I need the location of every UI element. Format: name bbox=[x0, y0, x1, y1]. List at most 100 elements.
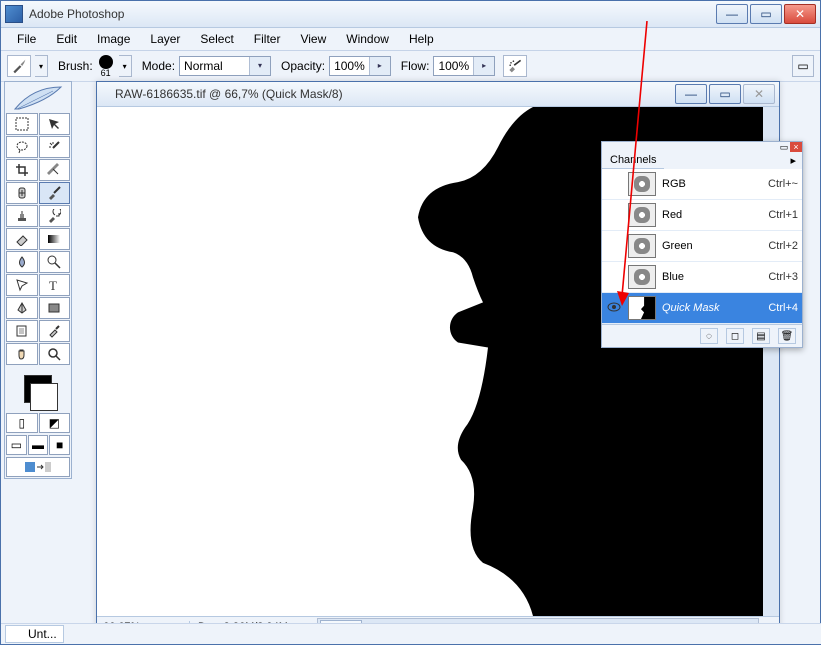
blend-mode-select[interactable]: Normal ▾ bbox=[179, 56, 271, 76]
tool-history-brush[interactable] bbox=[39, 205, 71, 227]
options-bar: ▾ Brush: 61 ▾ Mode: Normal ▾ Opacity: 10… bbox=[1, 51, 820, 82]
channels-panel: ▭ × Channels ▸ RGB Ctrl+~ Red Ctrl+1 Gre… bbox=[601, 141, 803, 348]
opacity-value: 100% bbox=[330, 59, 369, 73]
tool-path-select[interactable] bbox=[6, 274, 38, 296]
color-swatch[interactable] bbox=[6, 369, 70, 409]
palette-well-icon[interactable]: ▭ bbox=[792, 55, 814, 77]
doc-minimize-button[interactable]: — bbox=[675, 84, 707, 104]
visibility-toggle[interactable] bbox=[606, 302, 622, 315]
tool-lasso[interactable] bbox=[6, 136, 38, 158]
menu-layer[interactable]: Layer bbox=[140, 30, 190, 48]
flow-arrow-icon[interactable]: ▸ bbox=[473, 57, 494, 75]
channel-shortcut: Ctrl+3 bbox=[768, 271, 798, 283]
channel-name: Blue bbox=[662, 271, 768, 283]
channel-thumb bbox=[628, 296, 656, 320]
tool-magic-wand[interactable] bbox=[39, 136, 71, 158]
toolbox: T ▯ ◩ ▭ ▬ ■ bbox=[4, 81, 72, 479]
brush-picker-chevron-icon[interactable]: ▾ bbox=[119, 55, 132, 77]
opacity-label: Opacity: bbox=[281, 59, 325, 73]
screen-full-button[interactable]: ■ bbox=[49, 435, 70, 455]
save-selection-button[interactable]: ◻ bbox=[726, 328, 744, 344]
channel-red[interactable]: Red Ctrl+1 bbox=[602, 200, 802, 231]
load-selection-button[interactable]: ◌ bbox=[700, 328, 718, 344]
channels-tab[interactable]: Channels bbox=[602, 152, 664, 169]
svg-text:T: T bbox=[49, 278, 57, 292]
menu-select[interactable]: Select bbox=[190, 30, 243, 48]
app-taskbar: Unt... bbox=[1, 623, 821, 644]
airbrush-toggle[interactable] bbox=[503, 55, 527, 77]
channel-thumb bbox=[628, 234, 656, 258]
menu-filter[interactable]: Filter bbox=[244, 30, 291, 48]
tool-gradient[interactable] bbox=[39, 228, 71, 250]
tool-healing[interactable] bbox=[6, 182, 38, 204]
channel-quickmask[interactable]: Quick Mask Ctrl+4 bbox=[602, 293, 802, 324]
new-channel-button[interactable]: ▤ bbox=[752, 328, 770, 344]
panel-menu-icon[interactable]: ▸ bbox=[784, 152, 802, 169]
panel-close-button[interactable]: × bbox=[790, 142, 802, 152]
tool-eyedropper[interactable] bbox=[39, 320, 71, 342]
menu-help[interactable]: Help bbox=[399, 30, 444, 48]
channel-shortcut: Ctrl+2 bbox=[768, 240, 798, 252]
channel-shortcut: Ctrl+1 bbox=[768, 209, 798, 221]
menu-bar: File Edit Image Layer Select Filter View… bbox=[1, 28, 820, 51]
tool-preset-picker[interactable] bbox=[7, 55, 31, 77]
delete-channel-button[interactable]: 🗑 bbox=[778, 328, 796, 344]
tool-dodge[interactable] bbox=[39, 251, 71, 273]
tool-type[interactable]: T bbox=[39, 274, 71, 296]
quickmask-mode-button[interactable]: ◩ bbox=[39, 413, 71, 433]
channel-name: RGB bbox=[662, 178, 768, 190]
tool-pen[interactable] bbox=[6, 297, 38, 319]
minimize-button[interactable]: — bbox=[716, 4, 748, 24]
jump-to-button[interactable] bbox=[6, 457, 70, 477]
tool-eraser[interactable] bbox=[6, 228, 38, 250]
panel-minimize-button[interactable]: ▭ bbox=[778, 142, 790, 152]
chevron-down-icon: ▾ bbox=[249, 57, 270, 75]
channel-name: Quick Mask bbox=[662, 302, 768, 314]
app-titlebar[interactable]: Adobe Photoshop — ▭ ✕ bbox=[1, 1, 820, 28]
flow-label: Flow: bbox=[401, 59, 430, 73]
taskbar-doc-button[interactable]: Unt... bbox=[5, 625, 64, 643]
channel-blue[interactable]: Blue Ctrl+3 bbox=[602, 262, 802, 293]
tool-crop[interactable] bbox=[6, 159, 38, 181]
menu-edit[interactable]: Edit bbox=[46, 30, 87, 48]
tool-shape[interactable] bbox=[39, 297, 71, 319]
tool-brush[interactable] bbox=[39, 182, 71, 204]
channel-shortcut: Ctrl+4 bbox=[768, 302, 798, 314]
channel-green[interactable]: Green Ctrl+2 bbox=[602, 231, 802, 262]
tool-marquee[interactable] bbox=[6, 113, 38, 135]
brush-picker[interactable]: 61 bbox=[97, 55, 115, 78]
tool-zoom[interactable] bbox=[39, 343, 71, 365]
taskbar-doc-label: Unt... bbox=[28, 627, 57, 641]
tool-clone-stamp[interactable] bbox=[6, 205, 38, 227]
menu-file[interactable]: File bbox=[7, 30, 46, 48]
document-titlebar[interactable]: RAW-6186635.tif @ 66,7% (Quick Mask/8) —… bbox=[97, 82, 779, 107]
tool-preset-chevron-icon[interactable]: ▾ bbox=[35, 55, 48, 77]
mode-label: Mode: bbox=[142, 59, 175, 73]
standard-mode-button[interactable]: ▯ bbox=[6, 413, 38, 433]
panel-footer: ◌ ◻ ▤ 🗑 bbox=[602, 324, 802, 347]
document-title: RAW-6186635.tif @ 66,7% (Quick Mask/8) bbox=[115, 87, 673, 101]
channel-rgb[interactable]: RGB Ctrl+~ bbox=[602, 169, 802, 200]
tool-blur[interactable] bbox=[6, 251, 38, 273]
menu-image[interactable]: Image bbox=[87, 30, 140, 48]
channel-thumb bbox=[628, 172, 656, 196]
tool-notes[interactable] bbox=[6, 320, 38, 342]
tool-move[interactable] bbox=[39, 113, 71, 135]
screen-fullmenu-button[interactable]: ▬ bbox=[28, 435, 49, 455]
opacity-arrow-icon[interactable]: ▸ bbox=[369, 57, 390, 75]
background-color[interactable] bbox=[30, 383, 58, 411]
menu-window[interactable]: Window bbox=[336, 30, 399, 48]
tool-hand[interactable] bbox=[6, 343, 38, 365]
tool-slice[interactable] bbox=[39, 159, 71, 181]
ruler-left bbox=[97, 107, 114, 616]
maximize-button[interactable]: ▭ bbox=[750, 4, 782, 24]
app-title: Adobe Photoshop bbox=[29, 7, 714, 21]
flow-input[interactable]: 100% ▸ bbox=[433, 56, 495, 76]
close-button[interactable]: ✕ bbox=[784, 4, 816, 24]
menu-view[interactable]: View bbox=[290, 30, 336, 48]
channel-name: Red bbox=[662, 209, 768, 221]
doc-maximize-button[interactable]: ▭ bbox=[709, 84, 741, 104]
opacity-input[interactable]: 100% ▸ bbox=[329, 56, 391, 76]
doc-close-button[interactable]: ✕ bbox=[743, 84, 775, 104]
screen-standard-button[interactable]: ▭ bbox=[6, 435, 27, 455]
